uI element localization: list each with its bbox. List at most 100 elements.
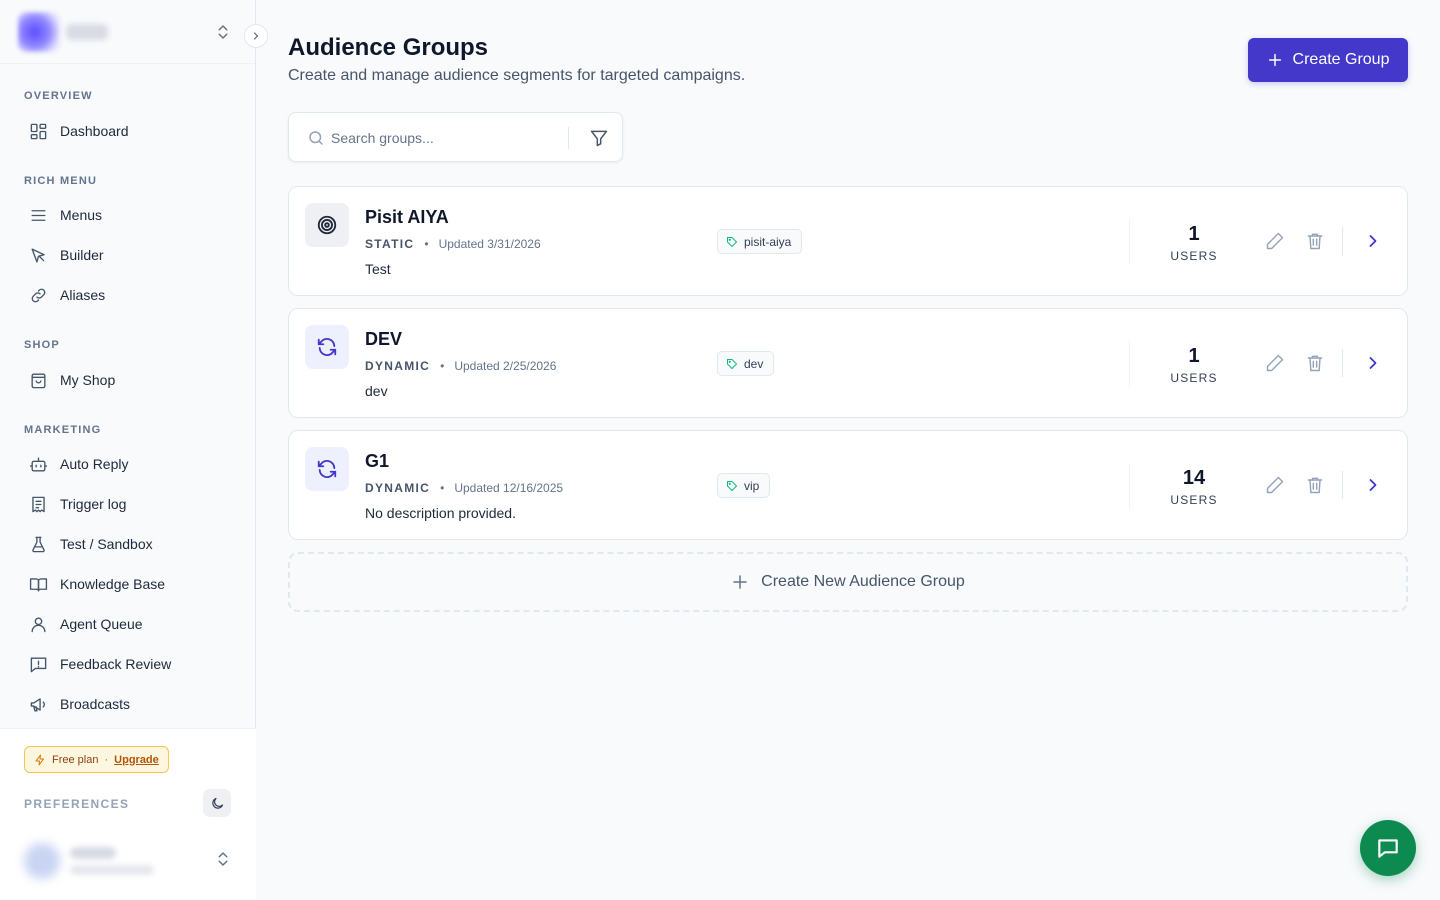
group-name: DEV: [365, 329, 403, 349]
sidebar-item-label: Trigger log: [60, 496, 127, 512]
create-group-label: Create Group: [1292, 51, 1390, 68]
search-bar: [288, 112, 623, 162]
chat-icon: [1378, 839, 1398, 858]
sidebar-item-my-shop[interactable]: My Shop: [16, 362, 238, 398]
section-label-shop: SHOP: [24, 339, 60, 351]
chevrons-up-down-icon: [218, 25, 228, 39]
receipt-icon: [28, 494, 48, 514]
group-updated: Updated 2/25/2026: [454, 359, 557, 373]
user-count: 1: [1188, 345, 1200, 367]
sidebar-item-test-sandbox[interactable]: Test / Sandbox: [16, 526, 238, 562]
search-input[interactable]: [331, 126, 561, 150]
divider: [1129, 463, 1130, 509]
sidebar-item-agent-queue[interactable]: Agent Queue: [16, 606, 238, 642]
avatar: [24, 843, 60, 879]
refresh-icon: [305, 447, 349, 491]
sidebar-item-label: Menus: [60, 207, 103, 223]
page-subtitle: Create and manage audience segments for …: [288, 67, 746, 84]
tag-icon: [727, 236, 737, 247]
tag-label: vip: [744, 478, 760, 493]
message-alert-icon: [28, 654, 48, 674]
collapse-sidebar-button[interactable]: [244, 24, 268, 48]
chat-button[interactable]: [1360, 820, 1416, 876]
edit-icon[interactable]: [1265, 353, 1285, 373]
sidebar-item-knowledge-base[interactable]: Knowledge Base: [16, 566, 238, 602]
create-group-button[interactable]: Create Group: [1248, 38, 1408, 82]
workspace-name: [66, 24, 108, 40]
chevron-right-icon[interactable]: [1363, 475, 1383, 495]
create-new-group-button[interactable]: Create New Audience Group: [288, 552, 1408, 612]
workspace-switcher[interactable]: [0, 0, 255, 64]
main-content: Audience Groups Create and manage audien…: [256, 0, 1440, 900]
sidebar-item-label: My Shop: [60, 372, 116, 388]
group-name: G1: [365, 451, 390, 471]
user-count-label: USERS: [1170, 493, 1218, 507]
theme-toggle-button[interactable]: [203, 789, 231, 817]
sidebar-item-broadcasts[interactable]: Broadcasts: [16, 686, 238, 722]
chevron-right-icon[interactable]: [1363, 353, 1383, 373]
group-description: Test: [365, 261, 391, 277]
edit-icon[interactable]: [1265, 475, 1285, 495]
section-label-rich-menu: RICH MENU: [24, 175, 98, 187]
sidebar-item-builder[interactable]: Builder: [16, 237, 238, 273]
plus-icon: [733, 575, 747, 589]
page-title: Audience Groups: [288, 34, 489, 61]
group-tag: pisit-aiya: [717, 229, 803, 254]
sidebar-item-label: Aliases: [60, 287, 106, 303]
divider: [1129, 219, 1130, 265]
sidebar-footer: Free plan · Upgrade PREFERENCES: [0, 728, 256, 900]
sidebar-item-dashboard[interactable]: Dashboard: [16, 113, 238, 149]
section-label-marketing: MARKETING: [24, 424, 102, 436]
filter-icon[interactable]: [589, 128, 609, 148]
group-description: dev: [365, 383, 388, 399]
sidebar-item-aliases[interactable]: Aliases: [16, 277, 238, 313]
sidebar-item-label: Builder: [60, 247, 104, 263]
sidebar: OVERVIEW Dashboard RICH MENU Menus Build…: [0, 0, 268, 900]
group-tag: vip: [717, 473, 771, 498]
chevron-right-icon[interactable]: [1363, 231, 1383, 251]
tag-label: dev: [744, 356, 764, 371]
group-tag: dev: [717, 351, 775, 376]
edit-icon[interactable]: [1265, 231, 1285, 251]
book-icon: [28, 574, 48, 594]
chevrons-up-down-icon: [218, 852, 228, 866]
shopping-bag-icon: [28, 370, 48, 390]
group-card-pisit-aiya[interactable]: Pisit AIYA STATIC • Updated 3/31/2026 Te…: [288, 186, 1408, 296]
user-icon: [28, 614, 48, 634]
sidebar-item-menus[interactable]: Menus: [16, 197, 238, 233]
group-updated: Updated 12/16/2025: [454, 481, 564, 495]
group-meta: DYNAMIC • Updated 12/16/2025: [365, 481, 563, 495]
upgrade-link[interactable]: Upgrade: [114, 754, 159, 766]
group-type: DYNAMIC: [365, 481, 431, 495]
divider: [1342, 471, 1343, 499]
group-updated: Updated 3/31/2026: [438, 237, 541, 251]
group-description: No description provided.: [365, 505, 516, 521]
sidebar-item-label: Broadcasts: [60, 696, 131, 712]
workspace-avatar: [18, 12, 60, 52]
group-card-dev[interactable]: DEV DYNAMIC • Updated 2/25/2026 dev dev …: [288, 308, 1408, 418]
user-count-label: USERS: [1170, 249, 1218, 263]
group-meta: STATIC • Updated 3/31/2026: [365, 237, 541, 251]
plan-badge[interactable]: Free plan · Upgrade: [24, 746, 169, 773]
sidebar-item-feedback-review[interactable]: Feedback Review: [16, 646, 238, 682]
megaphone-icon: [28, 694, 48, 714]
trash-icon[interactable]: [1305, 231, 1325, 251]
trash-icon[interactable]: [1305, 353, 1325, 373]
sidebar-item-label: Test / Sandbox: [60, 536, 153, 552]
sidebar-item-label: Dashboard: [60, 123, 129, 139]
group-card-g1[interactable]: G1 DYNAMIC • Updated 12/16/2025 No descr…: [288, 430, 1408, 540]
sidebar-item-label: Auto Reply: [60, 456, 129, 472]
sidebar-item-trigger-log[interactable]: Trigger log: [16, 486, 238, 522]
target-icon: [305, 203, 349, 247]
section-label-overview: OVERVIEW: [24, 90, 93, 102]
refresh-icon: [305, 325, 349, 369]
sidebar-item-label: Knowledge Base: [60, 576, 166, 592]
sidebar-item-auto-reply[interactable]: Auto Reply: [16, 446, 238, 482]
link-icon: [28, 285, 48, 305]
trash-icon[interactable]: [1305, 475, 1325, 495]
divider: [1342, 227, 1343, 255]
tag-label: pisit-aiya: [744, 234, 792, 249]
group-name: Pisit AIYA: [365, 207, 449, 227]
sidebar-item-label: Feedback Review: [60, 656, 172, 672]
plan-label: Free plan: [52, 753, 99, 766]
